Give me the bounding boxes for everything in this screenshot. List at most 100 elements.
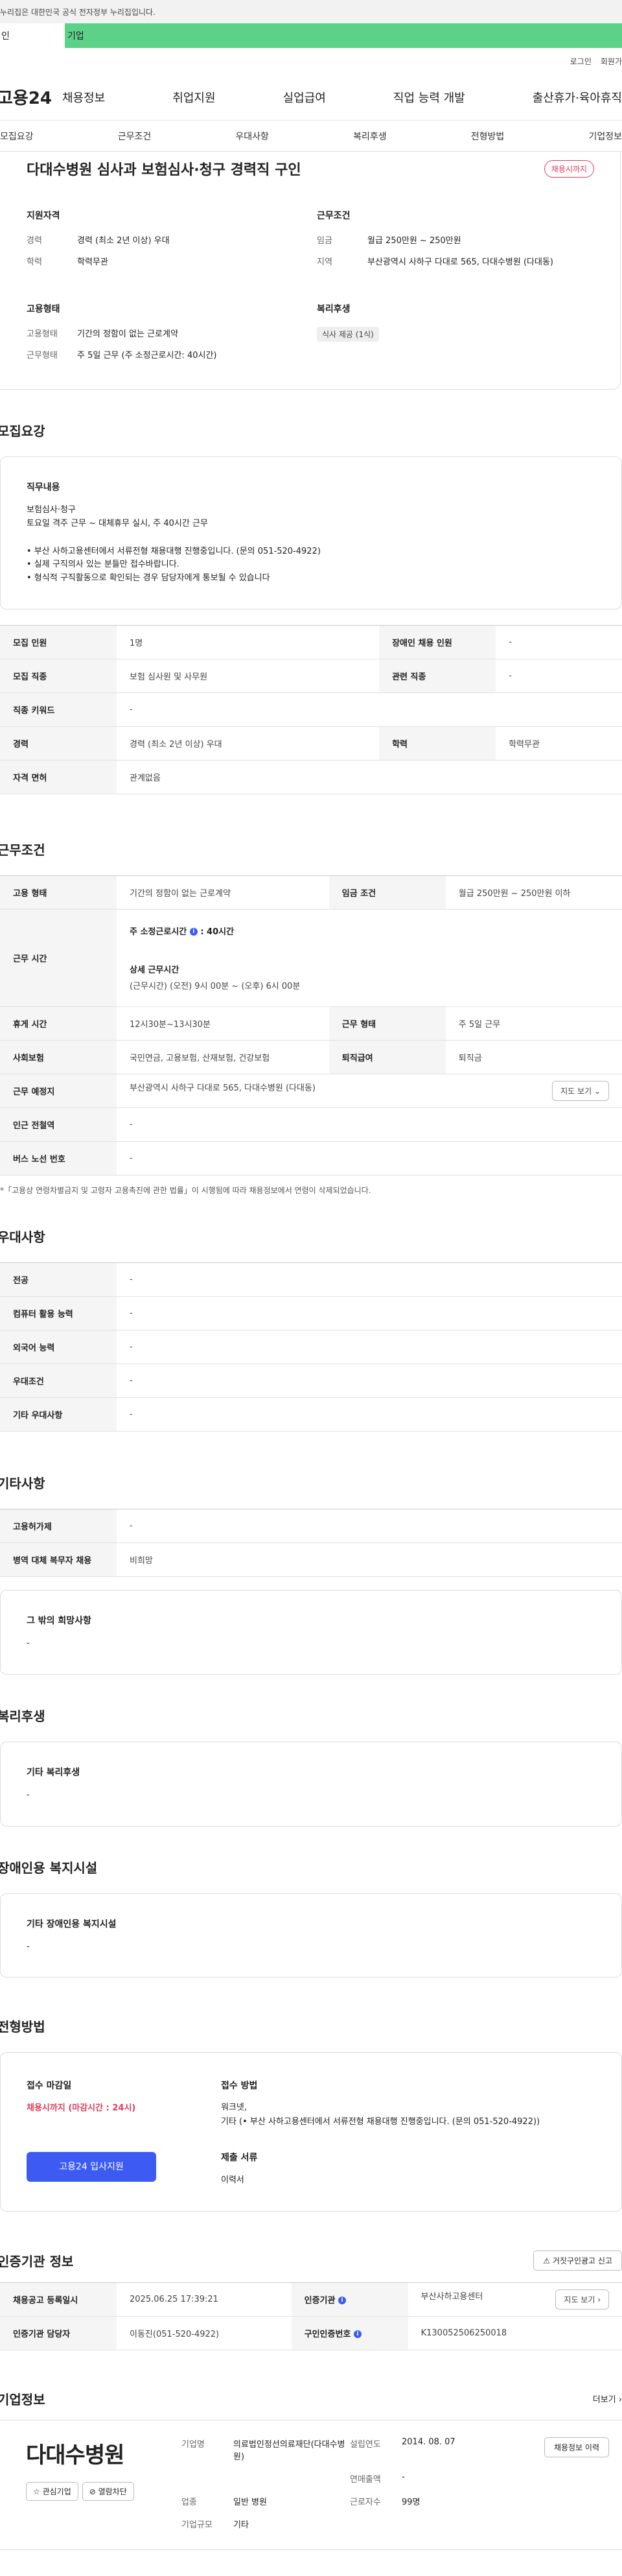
table-header-cell: 우대조건 (0, 1364, 117, 1398)
table-header-cell: 버스 노선 번호 (0, 1141, 117, 1176)
prefer-table: 전공 - 컴퓨터 활용 능력 - 외국어 능력 - 우대조건 - 기타 우대사항 - (0, 1262, 622, 1432)
corp-more-link[interactable]: 더보기 › (593, 2393, 622, 2405)
kv-value: 부산광역시 사하구 다대로 565, 다대수병원 (다대동) (367, 257, 553, 267)
recruit-table: 모집 인원 1명 장애인 채용 인원 - 모집 직종 보험 심사원 및 사무원 … (0, 624, 622, 794)
summary-emp: 고용형태 고용형태 기간의 정함이 없는 근로계약 근무형태 주 5일 근무 (주 … (27, 302, 304, 370)
table-header-cell: 휴게 시간 (0, 1006, 117, 1041)
anchor-work[interactable]: 근무조건 (118, 130, 152, 143)
table-row: 직종 키워드 - (0, 692, 622, 727)
anchor-process[interactable]: 전형방법 (471, 130, 505, 143)
corp-key (181, 2472, 233, 2485)
table-header-cell: 기타 우대사항 (0, 1397, 117, 1432)
anchor-prefer[interactable]: 우대사항 (235, 130, 269, 143)
anchor-corp[interactable]: 기업정보 (588, 130, 622, 143)
kv-key: 경력 (27, 236, 42, 246)
block-company-button[interactable]: ⊘ 열람차단 (82, 2481, 134, 2501)
table-row: 인증기관 담당자 이동진(051-520-4922) 구인인증번호 i K130… (0, 2316, 622, 2350)
apply-button[interactable]: 고용24 입사지원 (27, 2152, 156, 2182)
corp-key: 설립연도 (350, 2439, 381, 2450)
section-title-recruit: 모집요강 (0, 423, 45, 439)
age-note: *「고용상 연령차별금지 및 고령자 고용촉진에 관한 법률」이 시행됨에 따라… (0, 1185, 371, 1195)
summary-welfare: 복리후생 식사 제공 (1식) (317, 302, 594, 370)
tab-company[interactable]: 기업 (65, 23, 622, 48)
kv-value: 주 5일 근무 (주 소정근로시간: 40시간) (77, 351, 217, 360)
cert-org-value: 부산사하고용센터 (420, 2291, 483, 2302)
duty-bullets: • 부산 사하고용센터에서 서류전형 채용대행 진행중입니다. (문의 051-… (27, 545, 595, 585)
kv-row: 임금 월급 250만원 ~ 250만원 (317, 233, 594, 246)
section-title-cert: 인증기관 정보 (0, 2253, 74, 2269)
hours-weekly-label: 주 소정근로시간 (130, 927, 187, 937)
job-title-row: 다대수병원 심사과 보험심사·청구 경력직 구인 채용시까지 (27, 158, 594, 179)
process-box: 접수 마감일 채용시까지 (마감시간 : 24시) 고용24 입사지원 접수 방… (0, 2052, 622, 2212)
job-title: 다대수병원 심사과 보험심사·청구 경력직 구인 (27, 162, 301, 178)
table-cell: 국민연금, 고용보험, 산재보험, 건강보험 (117, 1040, 329, 1074)
table-header-cell: 인근 전철역 (0, 1107, 117, 1142)
table-header-cell: 외국어 능력 (0, 1330, 117, 1364)
section-title-etc: 기타사항 (0, 1475, 45, 1491)
kv-row: 학력 학력무관 (27, 255, 304, 267)
site-logo[interactable]: 고용24 (0, 85, 62, 109)
table-header-cell: 학력 (379, 726, 496, 761)
gnb-item-support[interactable]: 취업지원 (172, 89, 215, 106)
gnb-item-leave[interactable]: 출산휴가·육아휴직 (533, 89, 622, 106)
login-link[interactable]: 로그인 (570, 56, 592, 67)
table-header-cell: 경력 (0, 726, 117, 761)
summary-grid: 지원자격 경력 경력 (최소 2년 이상) 우대 학력 학력무관 근무조건 임금 월급… (27, 209, 594, 370)
etc-table: 고용허가제 - 병역 대체 복무자 채용 비희망 (0, 1508, 622, 1577)
gnb-item-jobs[interactable]: 채용정보 (62, 89, 105, 106)
corp-logo-col: 다대수병원 ☆ 관심기업 ⊘ 열람차단 (26, 2437, 143, 2501)
table-header-cell: 자격 면허 (0, 760, 117, 794)
method-title: 접수 방법 (221, 2081, 258, 2092)
table-row: 근무 시간 주 소정근로시간 i : 40시간 상세 근무시간 (근무시간) (… (0, 909, 622, 1007)
corp-value: 일반 병원 (233, 2497, 267, 2507)
user-type-tabs: 인 기업 (0, 23, 622, 48)
table-cell: 2025.06.25 17:39:21 (117, 2282, 292, 2317)
gnb-item-benefit[interactable]: 실업급여 (283, 89, 326, 106)
table-header-cell: 채용공고 등록일시 (0, 2282, 117, 2317)
docs-value: 이력서 (221, 2175, 244, 2185)
summary-qual: 지원자격 경력 경력 (최소 2년 이상) 우대 학력 학력무관 (27, 209, 304, 276)
table-header-cell: 관련 직종 (379, 659, 496, 693)
table-row: 병역 대체 복무자 채용 비희망 (0, 1542, 622, 1577)
fav-company-button[interactable]: ☆ 관심기업 (26, 2481, 78, 2501)
disabled-box-title: 기타 장애인용 복지시설 (27, 1919, 117, 1930)
corp-value: 99명 (402, 2497, 420, 2507)
history-button[interactable]: 채용정보 이력 (544, 2437, 609, 2457)
table-header-cell: 인증기관 i (291, 2282, 408, 2317)
signup-link[interactable]: 회원가 (601, 56, 622, 67)
table-cell: - (117, 1141, 622, 1176)
table-cell: - (117, 1107, 622, 1142)
table-cell: - (117, 1509, 622, 1543)
duty-box: 직무내용 보험심사·청구 토요일 격주 근무 ~ 대체휴무 실시, 주 40시간… (0, 456, 622, 609)
table-cell: 이동진(051-520-4922) (117, 2316, 292, 2350)
tab-individual[interactable]: 인 (0, 23, 65, 48)
anchor-welfare[interactable]: 복리후생 (353, 130, 387, 143)
list-item: • 실제 구직의사 있는 분들만 접수바랍니다. (27, 560, 179, 570)
info-icon[interactable]: i (353, 2330, 362, 2339)
section-title-work: 근무조건 (0, 842, 45, 858)
anchor-nav: 모집요강 근무조건 우대사항 복리후생 전형방법 기업정보 (0, 121, 622, 152)
anchor-recruit[interactable]: 모집요강 (0, 130, 34, 143)
table-row: 버스 노선 번호 - (0, 1141, 622, 1176)
disabled-box-value: - (27, 1941, 30, 1952)
kv-key: 근무형태 (27, 351, 58, 360)
summary-cond: 근무조건 임금 월급 250만원 ~ 250만원 지역 부산광역시 사하구 다대로 … (317, 209, 594, 276)
corp-key: 기업명 (181, 2439, 205, 2450)
report-button[interactable]: ⚠ 거짓구인광고 신고 (533, 2250, 622, 2271)
info-icon[interactable]: i (189, 928, 198, 936)
cert-map-button[interactable]: 지도 보기 › (555, 2289, 609, 2310)
table-cell: 부산사하고용센터 지도 보기 › (408, 2282, 622, 2317)
corp-actions: ☆ 관심기업 ⊘ 열람차단 (26, 2481, 143, 2501)
gnb-item-training[interactable]: 직업 능력 개발 (393, 89, 465, 106)
kv-value: 경력 (최소 2년 이상) 우대 (77, 236, 170, 246)
table-row: 고용 형태 기간의 정함이 없는 근로계약 임금 조건 월급 250만원 ~ 2… (0, 875, 622, 910)
kv-value: 학력무관 (77, 257, 108, 267)
table-cell: 비희망 (117, 1542, 622, 1577)
corp-key: 업종 (181, 2497, 197, 2507)
summary-emp-title: 고용형태 (27, 304, 60, 314)
table-row: 우대조건 - (0, 1364, 622, 1398)
info-icon[interactable]: i (338, 2297, 346, 2305)
map-button[interactable]: 지도 보기 ⌄ (552, 1080, 609, 1101)
corp-info-grid: 기업명 의료법인정선의료재단(다대수병원) 설립연도 2014. 08. 07 … (181, 2437, 505, 2530)
section-title-process: 전형방법 (0, 2019, 45, 2035)
